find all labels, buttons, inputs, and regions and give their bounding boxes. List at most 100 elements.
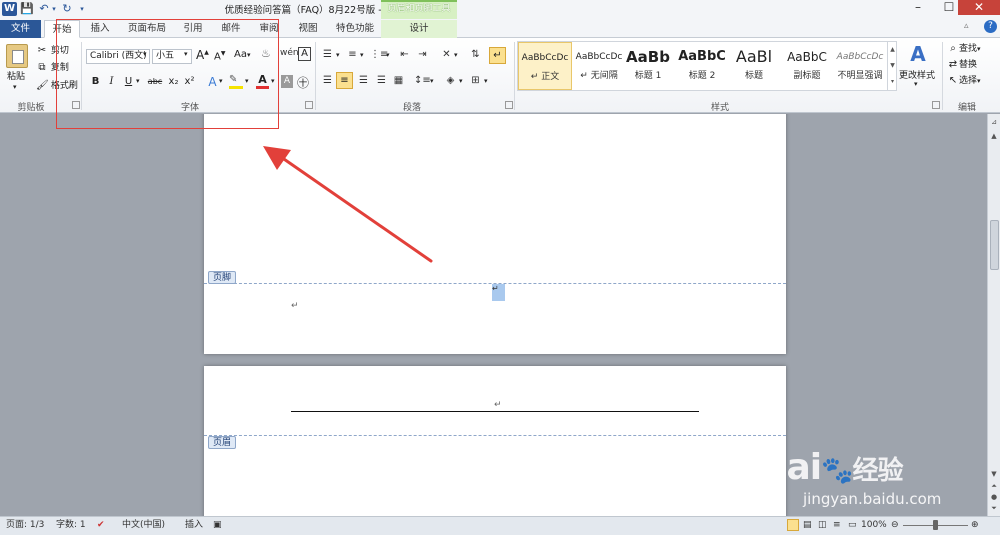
phonetic-guide-icon[interactable]: wén [280,48,299,58]
print-layout-view-button[interactable] [787,519,799,531]
character-shading-icon[interactable]: A [281,75,293,88]
styles-dialog-launcher-icon[interactable] [932,101,940,109]
cursor-icon: ↖ [948,74,958,86]
change-styles-icon[interactable]: A [904,43,932,65]
paste-dropdown-icon[interactable]: ▾ [13,83,17,91]
style-name: 标题 2 [688,71,716,81]
watermark-brand: Bai🐾经验 [760,447,903,488]
style-name: 不明显强调 [837,71,883,81]
zoom-out-button[interactable]: ⊖ [891,518,899,532]
tab-special-features[interactable]: 特色功能 [331,20,379,38]
style-sample: AaBbCcDc [521,53,569,63]
paste-button[interactable]: 粘贴 [7,69,25,82]
line-spacing-dropdown-icon[interactable]: ▾ [430,77,434,85]
borders-icon[interactable]: ⊞ [468,74,483,88]
decrease-indent-icon[interactable]: ⇤ [397,48,412,62]
borders-dropdown-icon[interactable]: ▾ [484,77,488,85]
style-subtitle[interactable]: AaBbC 副标题 [781,42,833,90]
style-heading-2[interactable]: AaBbC 标题 2 [676,42,728,90]
find-label: 查找 [959,44,978,54]
annotation-highlight-box [56,19,279,129]
style-heading-1[interactable]: AaBb 标题 1 [624,42,672,90]
close-button[interactable]: ✕ [958,0,1000,15]
sort-icon[interactable]: ⇅ [468,48,483,62]
language-indicator[interactable]: 中文(中国) [122,518,165,532]
numbering-dropdown-icon[interactable]: ▾ [360,51,364,59]
ruler-toggle-icon[interactable]: ⊿ [988,116,1000,128]
numbering-icon[interactable]: ≡ [345,48,360,62]
style-normal[interactable]: AaBbCcDc ↵ 正文 [518,42,572,90]
font-dialog-launcher-icon[interactable] [305,101,313,109]
style-name: ↵ 无间隔 [580,71,618,81]
select-label: 选择 [959,76,978,86]
word-count[interactable]: 字数: 1 [56,518,86,532]
proofing-icon[interactable]: ✔ [97,518,105,532]
replace-icon: ⇄ [948,58,958,70]
full-screen-reading-icon[interactable]: ▤ [803,518,812,532]
align-left-button[interactable]: ☰ [320,74,335,88]
collapse-ribbon-icon[interactable]: ▵ [964,21,969,31]
styles-group-label: 样式 [710,103,729,113]
tab-view[interactable]: 视图 [291,20,325,38]
style-sample: AaBbC [787,50,827,64]
scissors-icon: ✂ [37,44,47,56]
line-spacing-icon[interactable]: ↕≡ [414,74,431,88]
scroll-thumb[interactable] [990,220,999,270]
scroll-down-icon[interactable]: ▼ [988,468,1000,480]
style-sample: AaBl [735,47,773,66]
zoom-in-button[interactable]: ⊕ [971,518,979,532]
page-2[interactable] [204,366,786,516]
next-page-icon[interactable]: ⏷ [988,502,1000,514]
help-icon[interactable]: ? [984,20,997,33]
selected-page-number-field[interactable]: ↵ [492,284,505,301]
align-center-button[interactable]: ≡ [336,72,353,89]
macro-record-icon[interactable]: ▣ [213,518,222,532]
change-styles-dropdown-icon[interactable]: ▾ [914,80,918,88]
distributed-button[interactable]: ▦ [391,74,406,88]
select-button[interactable]: ↖ 选择▾ [947,74,981,89]
outline-view-icon[interactable]: ≡ [833,518,841,532]
style-no-spacing[interactable]: AaBbCcDc ↵ 无间隔 [572,42,626,90]
multilevel-list-icon[interactable]: ⋮≡ [370,48,388,62]
zoom-slider-thumb[interactable] [933,520,938,530]
chinese-layout-dropdown-icon[interactable]: ▾ [454,51,458,59]
justify-button[interactable]: ☰ [374,74,389,88]
copy-icon: ⧉ [38,61,46,73]
multilevel-dropdown-icon[interactable]: ▾ [386,51,390,59]
insert-mode-indicator[interactable]: 插入 [185,518,203,532]
watermark-brand-text: Bai [760,447,822,488]
style-name: 标题 1 [634,71,662,81]
page-indicator[interactable]: 页面: 1/3 [6,518,44,532]
style-subtle-emphasis[interactable]: AaBbCcDc 不明显强调 [834,42,886,90]
find-button[interactable]: ⌕ 查找▾ [947,42,980,57]
paragraph-dialog-launcher-icon[interactable] [505,101,513,109]
styles-gallery-scroll[interactable]: ▲ ▼ ▾ [887,42,897,90]
minimize-button[interactable]: – [903,0,933,15]
draft-view-icon[interactable]: ▭ [848,518,857,532]
replace-button[interactable]: ⇄ 替换 [947,58,977,73]
increase-indent-icon[interactable]: ⇥ [415,48,430,62]
character-border-icon[interactable]: A [298,47,311,61]
tab-file[interactable]: 文件 [0,20,41,38]
shading-dropdown-icon[interactable]: ▾ [459,77,463,85]
shading-icon[interactable]: ◈ [443,74,458,88]
zoom-level[interactable]: 100% [861,518,887,532]
style-title[interactable]: AaBl 标题 [730,42,778,90]
paragraph-mark: ↵ [492,284,499,293]
style-sample: AaBb [626,48,670,66]
bullets-dropdown-icon[interactable]: ▾ [336,51,340,59]
scroll-up-icon[interactable]: ▲ [988,130,1000,142]
tab-design[interactable]: 设计 [381,20,457,38]
vertical-scrollbar[interactable]: ⊿ ▲ ▼ ⏶ ● ⏷ [987,114,1000,516]
web-layout-icon[interactable]: ◫ [818,518,827,532]
show-formatting-marks-button[interactable]: ↵ [489,47,506,64]
group-divider [942,42,943,110]
paste-icon[interactable] [6,44,28,68]
style-sample: AaBbCcDc [836,52,884,62]
editing-group-label: 编辑 [957,103,976,113]
chinese-layout-icon[interactable]: ✕ [439,48,454,62]
enclose-characters-icon[interactable]: ㊉ [297,74,309,91]
binoculars-icon: ⌕ [950,42,956,54]
bullets-icon[interactable]: ☰ [320,48,335,62]
align-right-button[interactable]: ☰ [356,74,371,88]
